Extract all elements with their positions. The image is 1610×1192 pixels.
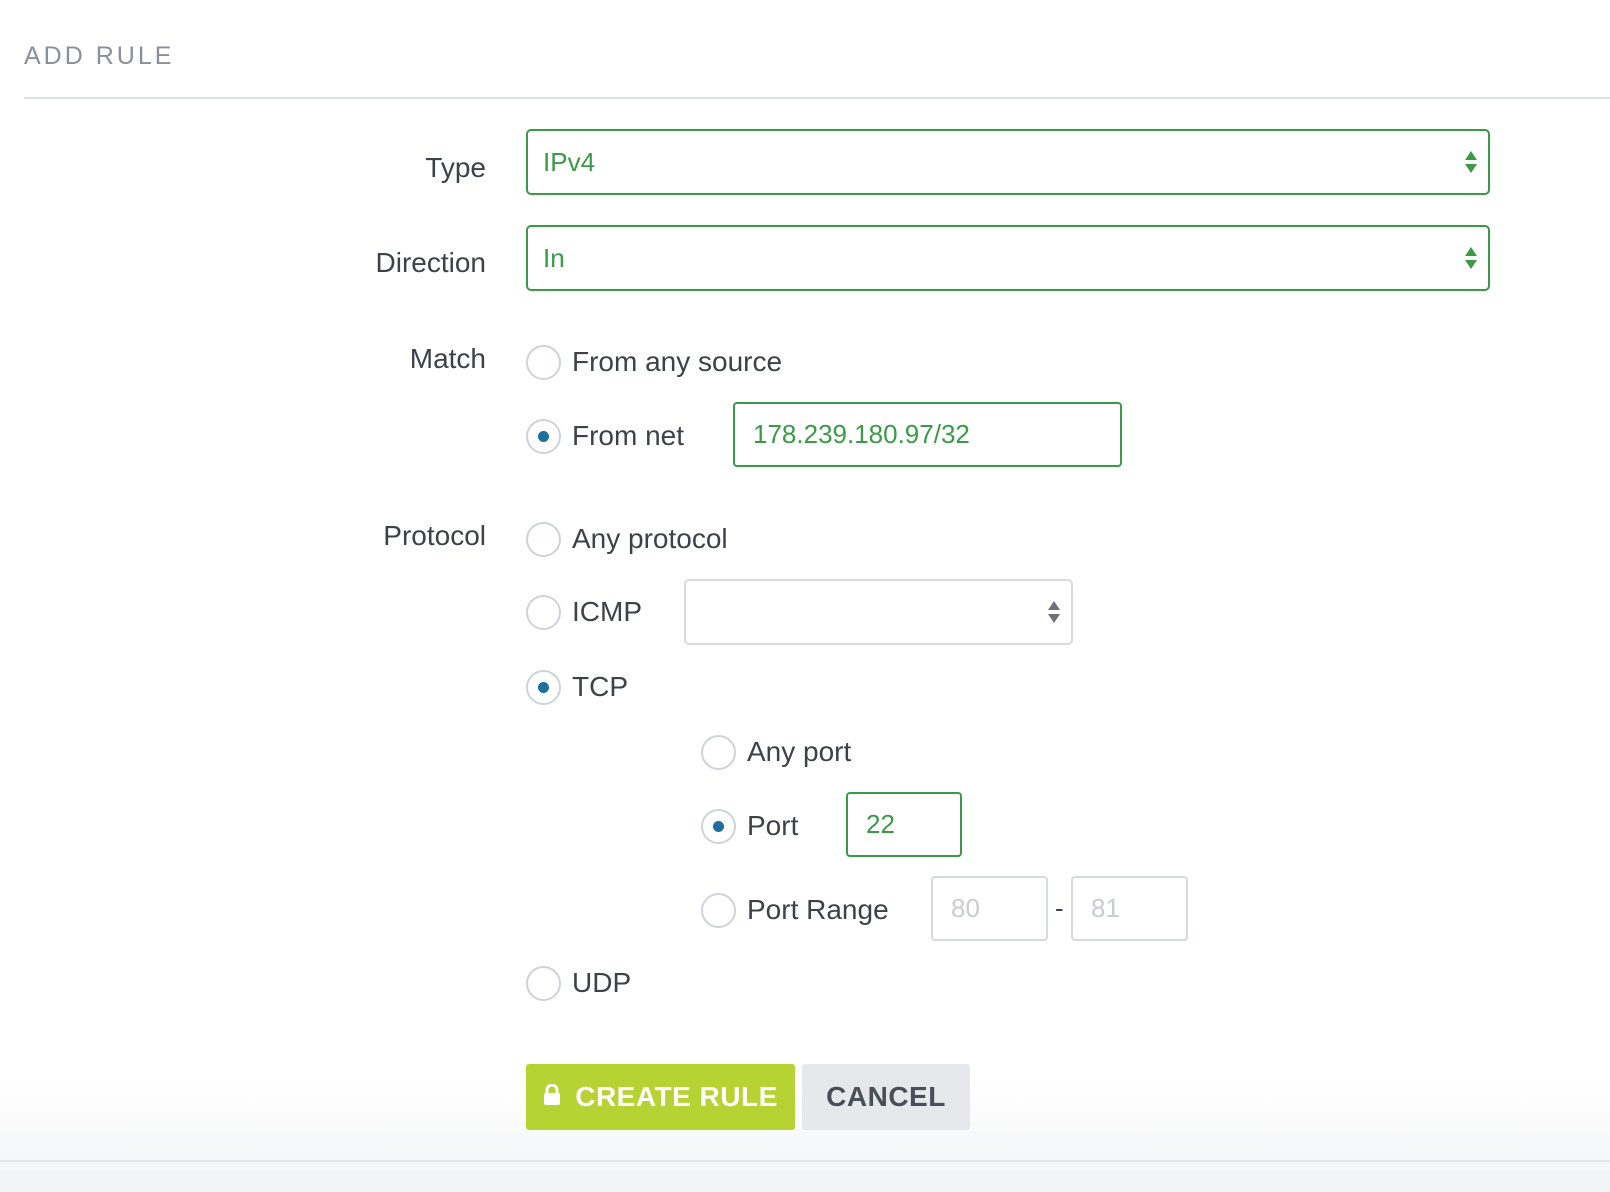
protocol-option-udp[interactable]: UDP xyxy=(526,963,631,1003)
radio-selected-dot xyxy=(538,430,549,442)
select-arrows-icon xyxy=(1464,245,1478,271)
tcp-port-range-option[interactable]: Port Range xyxy=(701,890,889,930)
cancel-button[interactable]: CANCEL xyxy=(802,1064,970,1130)
port-range-from-input[interactable] xyxy=(931,876,1048,941)
protocol-tcp-label: TCP xyxy=(572,671,628,702)
match-from-net-label: From net xyxy=(572,420,685,451)
from-net-input[interactable] xyxy=(733,402,1122,467)
lock-icon xyxy=(543,1081,561,1113)
protocol-label: Protocol xyxy=(383,520,486,551)
radio-button-selected[interactable] xyxy=(526,418,561,454)
radio-button[interactable] xyxy=(526,344,561,380)
protocol-option-icmp[interactable]: ICMP xyxy=(526,592,642,632)
radio-selected-dot xyxy=(538,681,549,693)
direction-select[interactable]: In xyxy=(526,225,1490,291)
protocol-option-any[interactable]: Any protocol xyxy=(526,519,728,559)
port-range-separator: - xyxy=(1055,893,1064,923)
radio-button[interactable] xyxy=(526,965,561,1001)
direction-label: Direction xyxy=(375,247,486,278)
type-select[interactable]: IPv4 xyxy=(526,129,1490,195)
icmp-type-select[interactable] xyxy=(684,579,1073,645)
radio-selected-dot xyxy=(713,820,724,832)
radio-button[interactable] xyxy=(701,892,736,928)
protocol-icmp-label: ICMP xyxy=(572,596,642,627)
radio-button[interactable] xyxy=(526,594,561,630)
direction-select-value: In xyxy=(543,242,565,273)
tcp-any-port-label: Any port xyxy=(747,736,852,767)
protocol-udp-label: UDP xyxy=(572,967,632,998)
match-any-source-label: From any source xyxy=(572,346,783,377)
match-option-any-source[interactable]: From any source xyxy=(526,342,782,382)
select-arrows-icon xyxy=(1047,599,1061,625)
header-divider xyxy=(24,97,1610,99)
type-select-value: IPv4 xyxy=(543,146,596,177)
protocol-any-label: Any protocol xyxy=(572,523,728,554)
tcp-port-label: Port xyxy=(747,810,799,841)
protocol-option-tcp[interactable]: TCP xyxy=(526,667,628,707)
radio-button-selected[interactable] xyxy=(526,669,561,705)
tcp-port-range-label: Port Range xyxy=(747,894,889,925)
radio-button[interactable] xyxy=(526,521,561,557)
cancel-label: CANCEL xyxy=(826,1081,946,1112)
tcp-port-option[interactable]: Port xyxy=(701,806,798,846)
create-rule-button[interactable]: CREATE RULE xyxy=(526,1064,795,1130)
port-input[interactable] xyxy=(846,792,962,857)
type-label: Type xyxy=(425,152,486,183)
create-rule-label: CREATE RULE xyxy=(575,1081,778,1112)
match-option-from-net[interactable]: From net xyxy=(526,416,684,456)
select-arrows-icon xyxy=(1464,149,1478,175)
footer-divider xyxy=(0,1160,1610,1162)
tcp-any-port-option[interactable]: Any port xyxy=(701,732,851,772)
match-label: Match xyxy=(409,343,486,374)
page-title: ADD RULE xyxy=(24,42,175,70)
radio-button[interactable] xyxy=(701,734,736,770)
radio-button-selected[interactable] xyxy=(701,808,736,844)
port-range-to-input[interactable] xyxy=(1071,876,1188,941)
